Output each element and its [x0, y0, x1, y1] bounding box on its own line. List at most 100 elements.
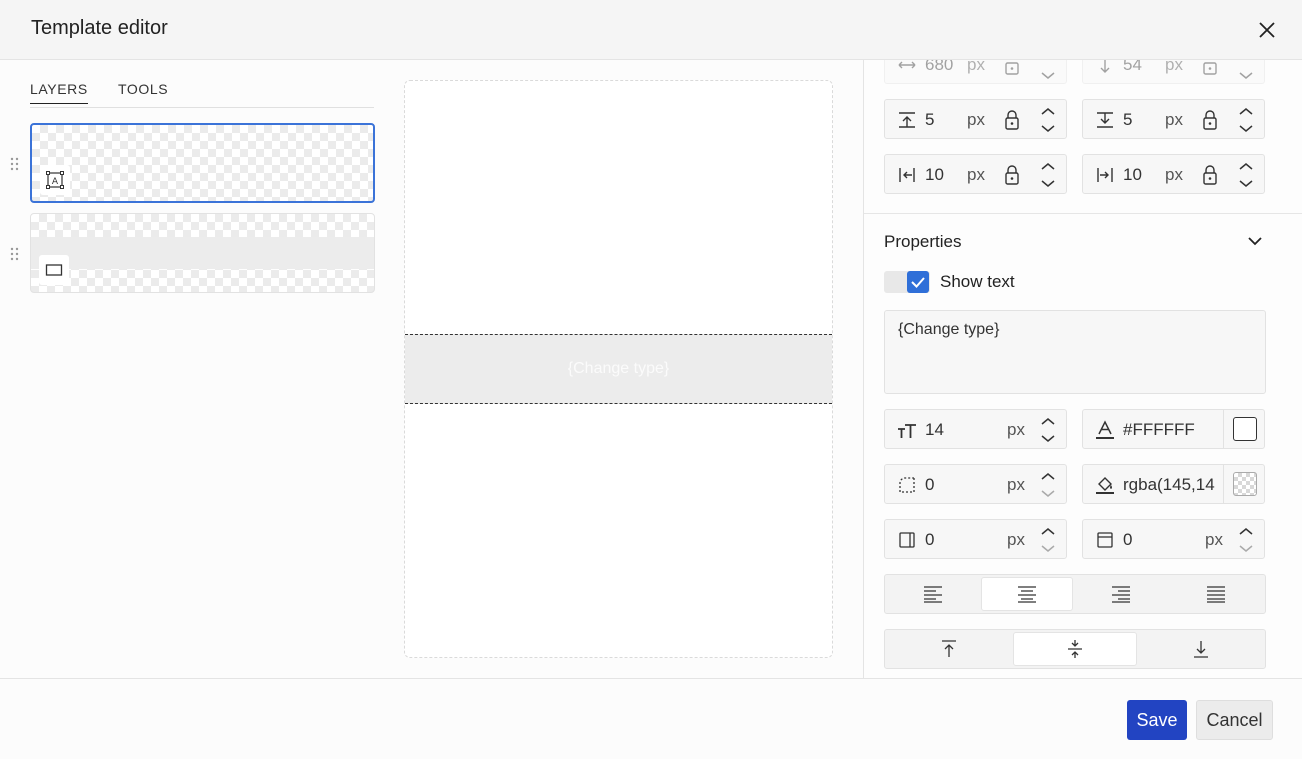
padding-top-field[interactable]: 0 px [1082, 519, 1265, 559]
stepper-icon[interactable] [1040, 414, 1056, 446]
margin-right-value: 10 [1123, 165, 1142, 184]
properties-panel: 680 px 54 px 5 px 5 px 10 px 10 px Prope… [863, 60, 1302, 678]
layer-type-badge [39, 255, 69, 285]
border-radius-field[interactable]: 0 px [884, 464, 1067, 504]
margin-bottom-value: 5 [1123, 110, 1133, 129]
svg-text:A: A [52, 177, 59, 187]
lock-icon[interactable] [1201, 60, 1219, 76]
margin-right-field[interactable]: 10 px [1082, 154, 1265, 194]
stepper-icon[interactable] [1040, 159, 1056, 191]
close-icon[interactable] [1256, 19, 1278, 41]
padding-left-value: 0 [925, 530, 935, 549]
font-size-unit: px [1007, 420, 1025, 439]
border-radius-value: 0 [925, 475, 935, 494]
canvas-text-band[interactable]: {Change type} [405, 334, 832, 404]
text-color-field[interactable]: #FFFFFF [1082, 409, 1265, 449]
align-middle-button[interactable] [1013, 632, 1137, 666]
text-color-icon [1096, 420, 1114, 439]
width-unit: px [967, 60, 985, 74]
stepper-icon[interactable] [1040, 104, 1056, 136]
tab-layers[interactable]: LAYERS [30, 81, 88, 104]
stepper-icon[interactable] [1238, 60, 1254, 81]
width-value: 680 [925, 60, 954, 74]
font-size-icon [898, 424, 916, 438]
height-field[interactable]: 54 px [1082, 60, 1265, 84]
lock-icon[interactable] [1201, 109, 1219, 131]
stepper-icon[interactable] [1040, 469, 1056, 501]
align-top-icon [942, 640, 956, 657]
lock-icon[interactable] [1003, 109, 1021, 131]
panel-tabs: LAYERS TOOLS [30, 80, 374, 108]
text-frame-icon: A [46, 171, 64, 189]
margin-left-value: 10 [925, 165, 944, 184]
margin-top-value: 5 [925, 110, 935, 129]
fill-color-field[interactable]: rgba(145,14 [1082, 464, 1265, 504]
layer-item-text[interactable]: A [30, 123, 375, 203]
padding-left-unit: px [1007, 530, 1025, 549]
layer-type-badge: A [40, 165, 70, 195]
color-square [1232, 417, 1257, 441]
margin-left-icon [899, 168, 915, 182]
stepper-icon[interactable] [1040, 524, 1056, 556]
lock-icon[interactable] [1003, 164, 1021, 186]
width-field[interactable]: 680 px [884, 60, 1067, 84]
margin-left-unit: px [967, 165, 985, 184]
text-color-swatch[interactable] [1223, 410, 1265, 448]
properties-title: Properties [884, 232, 962, 251]
drag-handle-icon[interactable] [9, 247, 21, 261]
align-center-button[interactable] [981, 577, 1073, 611]
stepper-icon[interactable] [1238, 524, 1254, 556]
cancel-button[interactable]: Cancel [1196, 700, 1273, 740]
align-bottom-button[interactable] [1139, 632, 1263, 666]
padding-left-field[interactable]: 0 px [884, 519, 1067, 559]
fill-color-icon [1096, 477, 1114, 494]
height-arrow-icon [1100, 60, 1110, 73]
dialog-title: Template editor [31, 17, 168, 39]
padding-top-value: 0 [1123, 530, 1133, 549]
font-size-value: 14 [925, 420, 944, 439]
drag-handle-icon[interactable] [9, 157, 21, 171]
vertical-align-group [884, 629, 1266, 669]
dialog-header: Template editor [0, 0, 1302, 60]
stepper-icon[interactable] [1238, 159, 1254, 191]
text-align-group [884, 574, 1266, 614]
align-left-icon [924, 586, 942, 603]
rectangle-icon [45, 264, 63, 276]
lock-icon[interactable] [1003, 60, 1021, 76]
height-value: 54 [1123, 60, 1142, 74]
save-button[interactable]: Save [1127, 700, 1187, 740]
height-unit: px [1165, 60, 1183, 74]
lock-icon[interactable] [1201, 164, 1219, 186]
layer-item-rectangle[interactable] [30, 213, 375, 293]
chevron-down-icon[interactable] [1246, 232, 1264, 250]
dialog-footer: Save Cancel [0, 678, 1302, 759]
section-divider [864, 213, 1302, 214]
margin-right-unit: px [1165, 165, 1183, 184]
tab-tools[interactable]: TOOLS [118, 81, 168, 97]
checkbox-checked [907, 271, 929, 293]
align-top-button[interactable] [887, 632, 1011, 666]
stepper-icon[interactable] [1040, 60, 1056, 81]
align-right-icon [1112, 586, 1130, 603]
margin-top-field[interactable]: 5 px [884, 99, 1067, 139]
border-radius-icon [899, 477, 915, 493]
margin-left-field[interactable]: 10 px [884, 154, 1067, 194]
border-radius-unit: px [1007, 475, 1025, 494]
show-text-checkbox[interactable] [884, 271, 930, 293]
font-size-field[interactable]: 14 px [884, 409, 1067, 449]
padding-top-icon [1097, 532, 1113, 548]
align-left-button[interactable] [887, 577, 979, 611]
margin-bottom-field[interactable]: 5 px [1082, 99, 1265, 139]
text-content-input[interactable]: {Change type} [884, 310, 1266, 394]
layer-preview-band [31, 237, 374, 269]
template-canvas[interactable]: {Change type} [404, 80, 833, 658]
padding-top-unit: px [1205, 530, 1223, 549]
text-color-value: #FFFFFF [1123, 420, 1195, 439]
stepper-icon[interactable] [1238, 104, 1254, 136]
align-justify-button[interactable] [1169, 577, 1263, 611]
check-icon [911, 277, 925, 288]
align-right-button[interactable] [1075, 577, 1167, 611]
align-center-icon [1018, 586, 1036, 603]
align-middle-icon [1068, 640, 1082, 658]
fill-color-swatch[interactable] [1223, 465, 1265, 503]
